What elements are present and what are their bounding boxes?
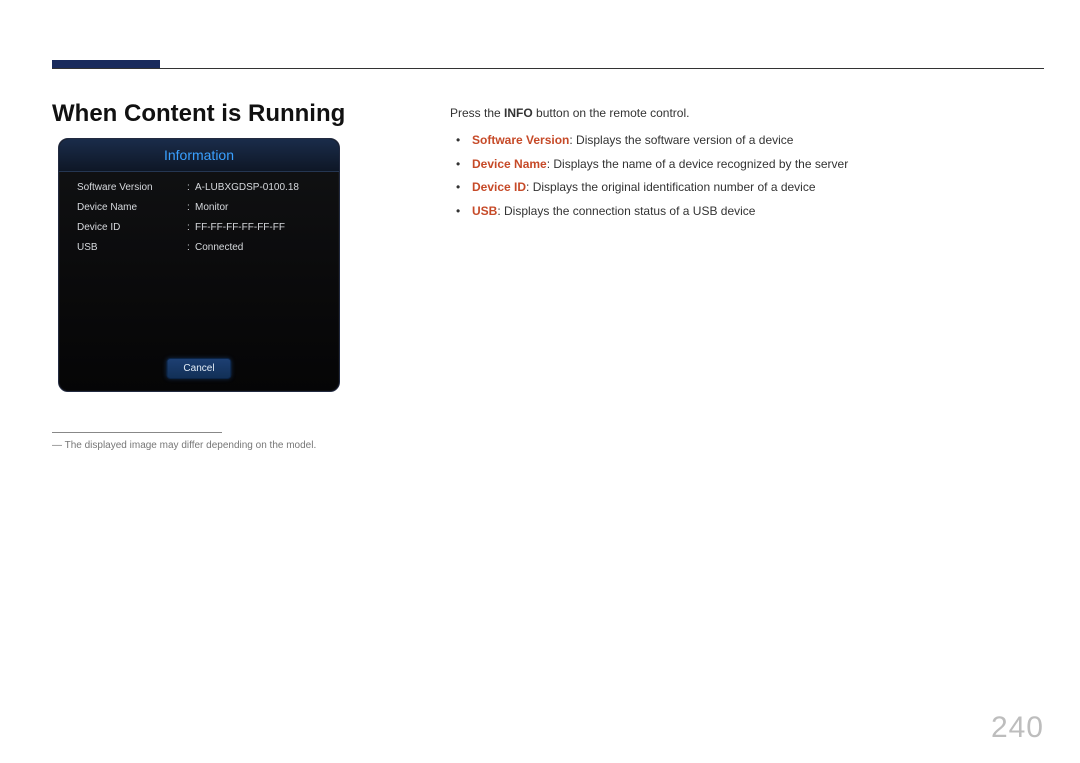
info-row-device-name: Device Name : Monitor (77, 202, 321, 213)
instruction-bold: INFO (504, 106, 533, 120)
info-sep: : (187, 222, 195, 233)
bullet-desc: : Displays the software version of a dev… (569, 133, 793, 147)
bullet-item: Software Version: Displays the software … (450, 129, 1030, 152)
info-label: Device Name (77, 202, 187, 213)
description-column: Press the INFO button on the remote cont… (450, 102, 1030, 224)
info-label: USB (77, 242, 187, 253)
bullet-term: USB (472, 204, 497, 218)
bullet-item: Device Name: Displays the name of a devi… (450, 153, 1030, 176)
bullet-term: Software Version (472, 133, 569, 147)
bullet-desc: : Displays the name of a device recogniz… (547, 157, 849, 171)
footnote-rule (52, 432, 222, 433)
information-dialog: Information Software Version : A-LUBXGDS… (58, 138, 340, 392)
info-value: Monitor (195, 202, 321, 213)
instruction-line: Press the INFO button on the remote cont… (450, 102, 1030, 125)
info-row-usb: USB : Connected (77, 242, 321, 253)
info-sep: : (187, 202, 195, 213)
bullet-term: Device Name (472, 157, 547, 171)
bullet-item: Device ID: Displays the original identif… (450, 176, 1030, 199)
page-heading: When Content is Running (52, 100, 345, 128)
info-row-device-id: Device ID : FF-FF-FF-FF-FF-FF (77, 222, 321, 233)
info-value: A-LUBXGDSP-0100.18 (195, 182, 321, 193)
header-accent-bar (52, 60, 160, 68)
info-row-software-version: Software Version : A-LUBXGDSP-0100.18 (77, 182, 321, 193)
header-rule (52, 68, 1044, 69)
info-label: Device ID (77, 222, 187, 233)
info-value: FF-FF-FF-FF-FF-FF (195, 222, 321, 233)
bullet-list: Software Version: Displays the software … (450, 129, 1030, 223)
info-value: Connected (195, 242, 321, 253)
info-label: Software Version (77, 182, 187, 193)
info-rows: Software Version : A-LUBXGDSP-0100.18 De… (59, 172, 339, 253)
bullet-desc: : Displays the connection status of a US… (497, 204, 755, 218)
cancel-button[interactable]: Cancel (166, 358, 231, 379)
dialog-title: Information (59, 139, 339, 172)
info-sep: : (187, 182, 195, 193)
info-sep: : (187, 242, 195, 253)
bullet-term: Device ID (472, 180, 526, 194)
instruction-prefix: Press the (450, 106, 504, 120)
instruction-suffix: button on the remote control. (533, 106, 690, 120)
footnote: ― The displayed image may differ dependi… (52, 440, 316, 451)
page-number: 240 (991, 711, 1044, 745)
bullet-desc: : Displays the original identification n… (526, 180, 816, 194)
bullet-item: USB: Displays the connection status of a… (450, 200, 1030, 223)
